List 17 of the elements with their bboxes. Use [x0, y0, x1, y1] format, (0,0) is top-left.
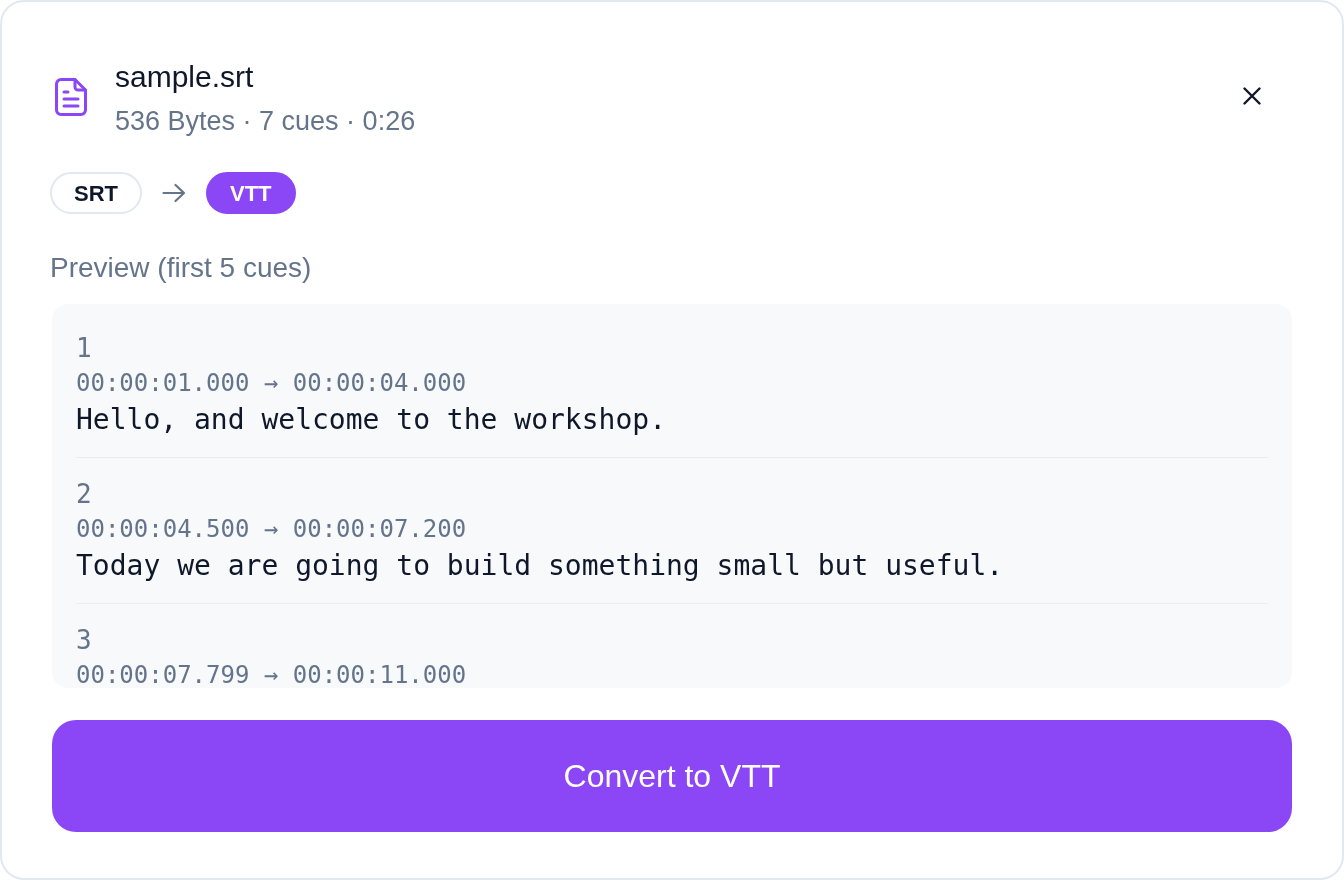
arrow-right-icon	[162, 183, 186, 203]
format-chip: VTT	[206, 172, 296, 214]
convert-button[interactable]: Convert to VTT	[52, 720, 1292, 832]
preview-heading: Preview (first 5 cues)	[50, 252, 313, 284]
document-icon	[55, 78, 87, 116]
cue-timing: 00:00:01.000 → 00:00:04.000	[76, 370, 468, 396]
cue-text: Hello, and welcome to the workshop.	[76, 402, 667, 438]
cue-number: 2	[76, 478, 93, 511]
format-chip: SRT	[50, 172, 142, 214]
cue-number: 1	[76, 332, 93, 365]
cue-text: Today we are going to build something small but useful.	[76, 548, 1005, 584]
file-details: 536 Bytes · 7 cues · 0:26	[115, 105, 416, 138]
cue-number: 3	[76, 624, 93, 657]
file-name: sample.srt	[115, 59, 255, 95]
cue-timing: 00:00:07.799 → 00:00:11.000	[76, 662, 468, 688]
cue-timing: 00:00:04.500 → 00:00:07.200	[76, 516, 468, 542]
close-icon	[1243, 87, 1261, 105]
